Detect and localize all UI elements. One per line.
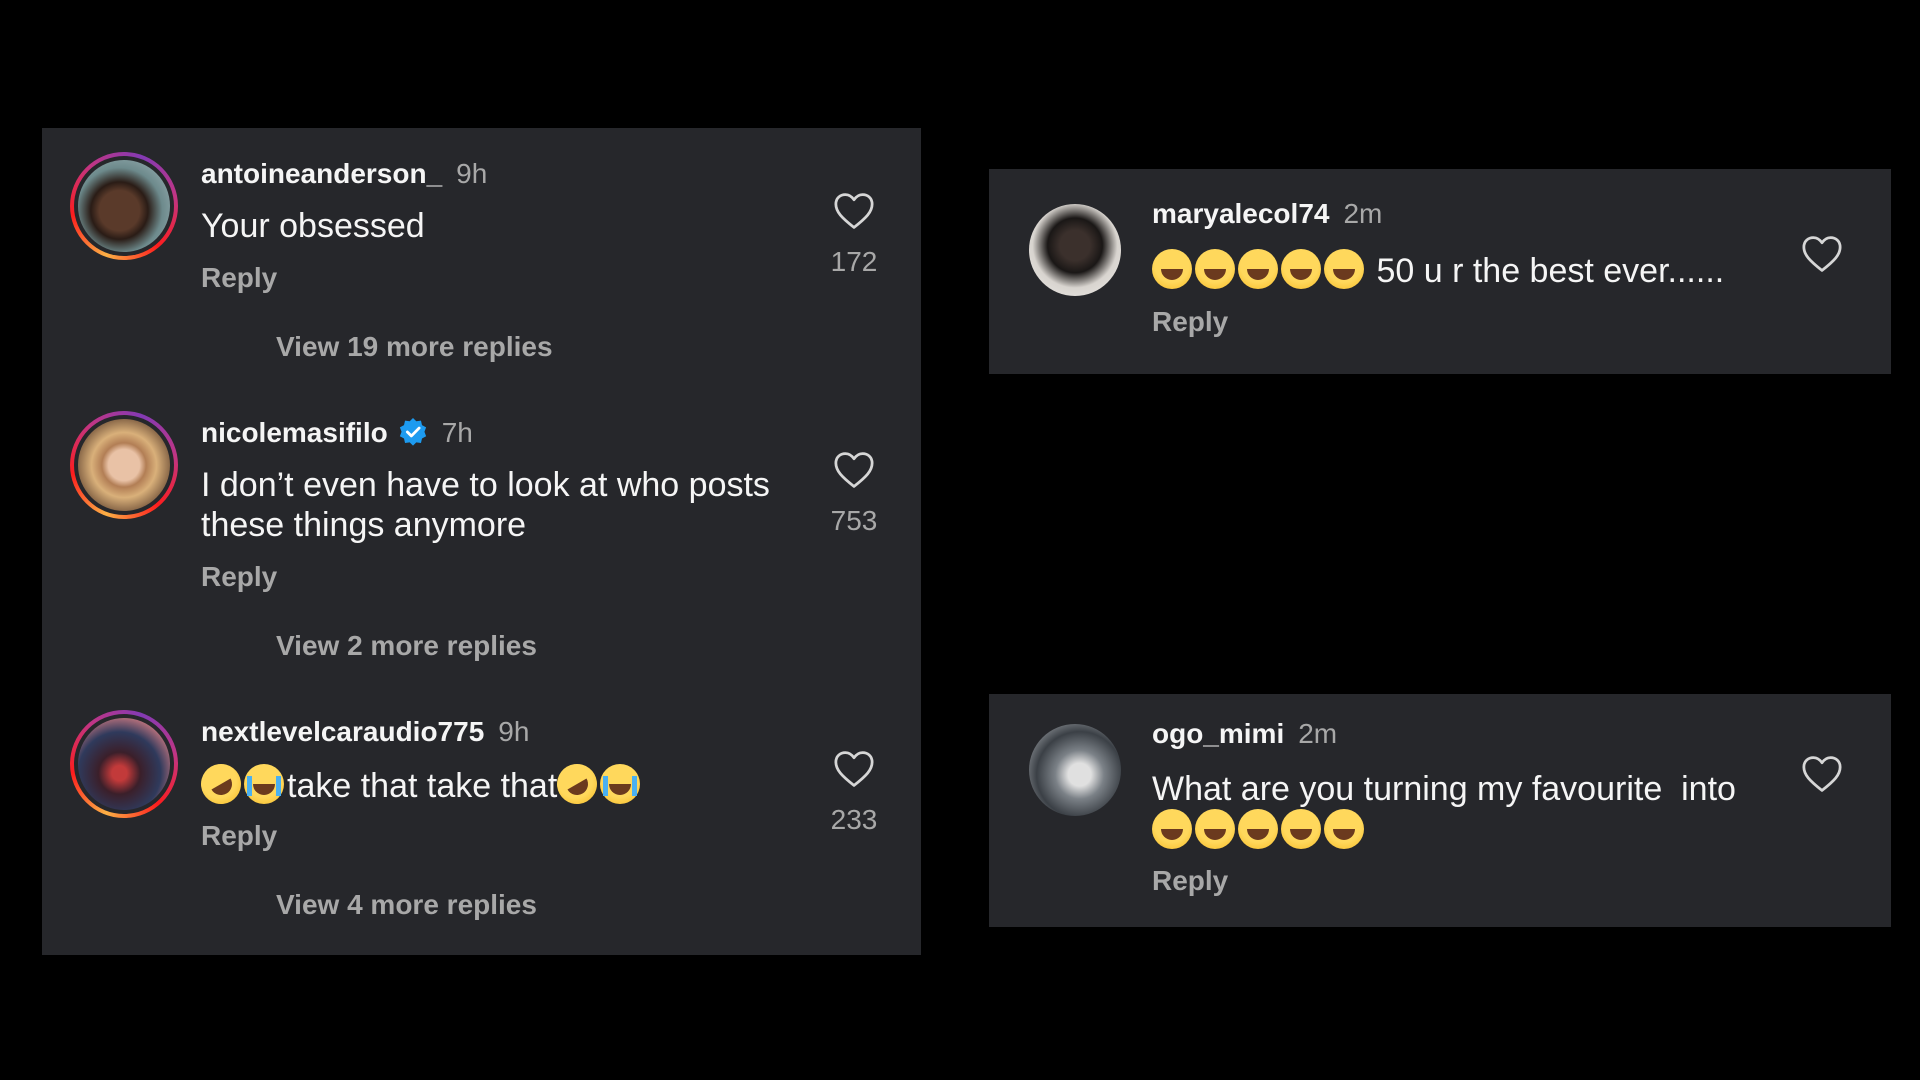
avatar <box>78 419 170 511</box>
like-count: 753 <box>830 505 878 536</box>
face-with-tears-of-joy-emoji <box>1152 249 1192 289</box>
comment-panel-right-bottom: ogo_mimi 2m What are you turning my favou… <box>989 694 1891 927</box>
comment-timestamp: 2m <box>1343 198 1383 229</box>
verified-badge-icon <box>399 417 426 446</box>
heart-icon[interactable] <box>1801 755 1843 793</box>
comment-timestamp: 7h <box>441 417 473 448</box>
comments-panel-left: antoineanderson_ 9h Your obsessed Reply 1… <box>42 128 921 955</box>
screenshot-canvas: antoineanderson_ 9h Your obsessed Reply 1… <box>0 0 1920 1080</box>
comment-text: Your obsessed <box>201 207 425 245</box>
rolling-on-floor-laughing-emoji <box>193 756 249 812</box>
comment-text: What are you turning my favourite into <box>1152 769 1736 851</box>
view-more-replies-button[interactable]: View 4 more replies <box>276 889 537 921</box>
comment-text-line: What are you turning my favourite into <box>1152 770 1736 808</box>
avatar-story-ring[interactable] <box>70 411 178 519</box>
comment-username[interactable]: ogo_mimi 2m <box>1152 718 1337 750</box>
loudly-crying-face-emoji <box>244 764 284 804</box>
reply-button[interactable]: Reply <box>201 262 277 294</box>
face-with-tears-of-joy-emoji <box>1152 809 1192 849</box>
comment-emoji-line <box>1152 809 1736 851</box>
comment-panel-right-top: maryalecol74 2m 50 u r the best ever.....… <box>989 169 1891 374</box>
heart-icon[interactable] <box>833 750 875 788</box>
comment-text-fragment: 50 u r the best ever...... <box>1376 252 1725 290</box>
like-count: 233 <box>830 804 878 835</box>
reply-button[interactable]: Reply <box>201 561 277 593</box>
comment-username[interactable]: antoineanderson_ 9h <box>201 158 487 190</box>
comment-username[interactable]: nextlevelcaraudio775 9h <box>201 716 529 748</box>
comment-timestamp: 9h <box>456 158 488 189</box>
comment-text: 50 u r the best ever...... <box>1152 249 1724 291</box>
face-with-tears-of-joy-emoji <box>1238 249 1278 289</box>
face-with-tears-of-joy-emoji <box>1195 249 1235 289</box>
avatar-story-ring[interactable] <box>70 710 178 818</box>
like-count: 172 <box>830 246 878 277</box>
avatar <box>78 718 170 810</box>
face-with-tears-of-joy-emoji <box>1238 809 1278 849</box>
face-with-tears-of-joy-emoji <box>1281 809 1321 849</box>
view-more-replies-button[interactable]: View 2 more replies <box>276 630 537 662</box>
face-with-tears-of-joy-emoji <box>1324 249 1364 289</box>
avatar[interactable] <box>1029 724 1121 816</box>
heart-icon[interactable] <box>1801 235 1843 273</box>
comment-text: I don’t even have to look at who posts t… <box>201 465 770 545</box>
reply-button[interactable]: Reply <box>1152 865 1228 897</box>
comment-text-fragment: take that take that <box>287 767 558 805</box>
face-with-tears-of-joy-emoji <box>1324 809 1364 849</box>
face-with-tears-of-joy-emoji <box>1281 249 1321 289</box>
view-more-replies-button[interactable]: View 19 more replies <box>276 331 553 363</box>
comment-username[interactable]: maryalecol74 2m <box>1152 198 1382 230</box>
comment-text: take that take that <box>193 756 643 812</box>
loudly-crying-face-emoji <box>600 764 641 804</box>
avatar-story-ring[interactable] <box>70 152 178 260</box>
rolling-on-floor-laughing-emoji <box>549 756 605 812</box>
heart-icon[interactable] <box>833 192 875 230</box>
heart-icon[interactable] <box>833 451 875 489</box>
comment-text-line: I don’t even have to look at who posts <box>201 466 770 504</box>
comment-timestamp: 9h <box>498 716 530 747</box>
comment-timestamp: 2m <box>1298 718 1338 749</box>
reply-button[interactable]: Reply <box>1152 306 1228 338</box>
reply-button[interactable]: Reply <box>201 820 277 852</box>
comment-username[interactable]: nicolemasifilo 7h <box>201 417 473 449</box>
face-with-tears-of-joy-emoji <box>1195 809 1235 849</box>
comment-text-line: these things anymore <box>201 506 527 544</box>
avatar[interactable] <box>1029 204 1121 296</box>
avatar <box>78 160 170 252</box>
